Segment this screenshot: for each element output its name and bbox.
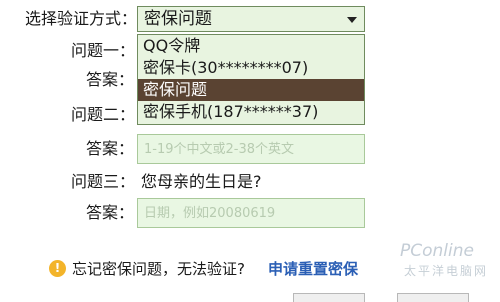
- option-qq-token[interactable]: QQ令牌: [138, 35, 364, 57]
- forgot-question-text: 忘记密保问题，无法验证?: [72, 260, 245, 278]
- verify-method-select[interactable]: 密保问题: [137, 6, 365, 32]
- option-security-card[interactable]: 密保卡(30********07): [138, 57, 364, 79]
- bottom-button-left[interactable]: [293, 293, 365, 302]
- chevron-down-icon[interactable]: [347, 17, 357, 23]
- verify-method-label: 选择验证方式：: [24, 9, 137, 28]
- bottom-button-right[interactable]: [397, 293, 469, 302]
- pconline-watermark-sub: 太平洋电脑网: [404, 264, 489, 278]
- pconline-watermark: PConline: [400, 241, 474, 261]
- reset-security-link[interactable]: 申请重置密保: [268, 260, 358, 278]
- option-security-question[interactable]: 密保问题: [138, 79, 364, 101]
- question3-text: 您母亲的生日是?: [141, 172, 262, 191]
- warning-icon: !: [49, 260, 66, 277]
- option-security-phone[interactable]: 密保手机(187******37): [138, 101, 364, 123]
- question3-answer-label: 答案：: [85, 203, 134, 222]
- verify-method-selected: 密保问题: [144, 9, 212, 29]
- question1-answer-label: 答案：: [85, 70, 134, 89]
- verify-method-dropdown: QQ令牌 密保卡(30********07) 密保问题 密保手机(187****…: [137, 34, 365, 125]
- question3-answer-input[interactable]: [137, 198, 365, 228]
- question1-label: 问题一：: [70, 41, 135, 60]
- question2-answer-input[interactable]: [137, 134, 365, 164]
- question2-label: 问题二：: [70, 105, 135, 124]
- question3-label: 问题三：: [70, 172, 135, 191]
- question2-answer-label: 答案：: [85, 139, 134, 158]
